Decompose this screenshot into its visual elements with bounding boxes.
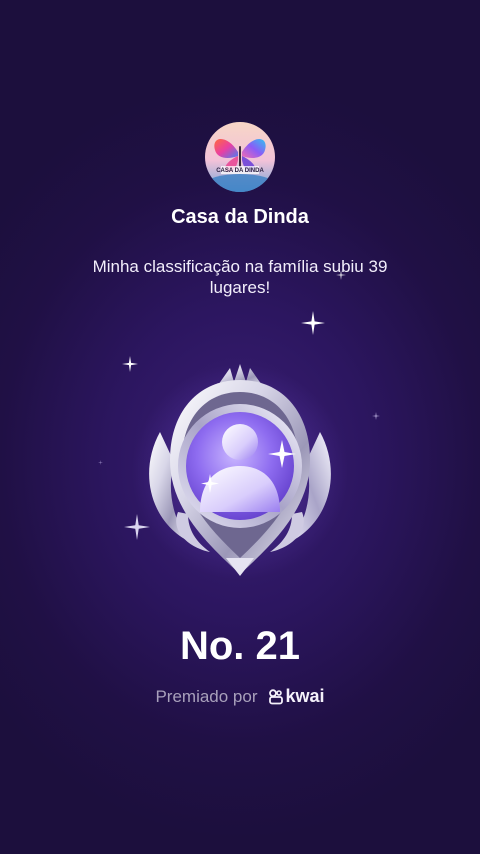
family-avatar[interactable]: CASA DA DINDA [205, 122, 275, 192]
kwai-brand-text: kwai [285, 686, 325, 706]
kwai-logo-icon [268, 688, 283, 704]
avatar-caption: CASA DA DINDA [216, 168, 264, 174]
sparkle-icon [301, 311, 325, 335]
awarded-by: Premiado por kwai [0, 686, 480, 707]
rank-message: Minha classificação na família subiu 39 … [92, 257, 388, 297]
sparkle-icon [372, 412, 380, 420]
family-name: Casa da Dinda [171, 206, 309, 228]
rank-badge-icon [132, 364, 348, 580]
sparkle-icon [336, 270, 346, 280]
share-card-screen: CASA DA DINDA Casa da Dinda Minha classi… [0, 0, 480, 854]
butterfly-avatar-icon: CASA DA DINDA [205, 122, 275, 192]
sparkle-icon [98, 460, 103, 465]
rank-number: No. 21 [179, 624, 301, 668]
kwai-logo[interactable]: kwai [268, 686, 325, 707]
awarded-by-label: Premiado por [155, 686, 258, 706]
